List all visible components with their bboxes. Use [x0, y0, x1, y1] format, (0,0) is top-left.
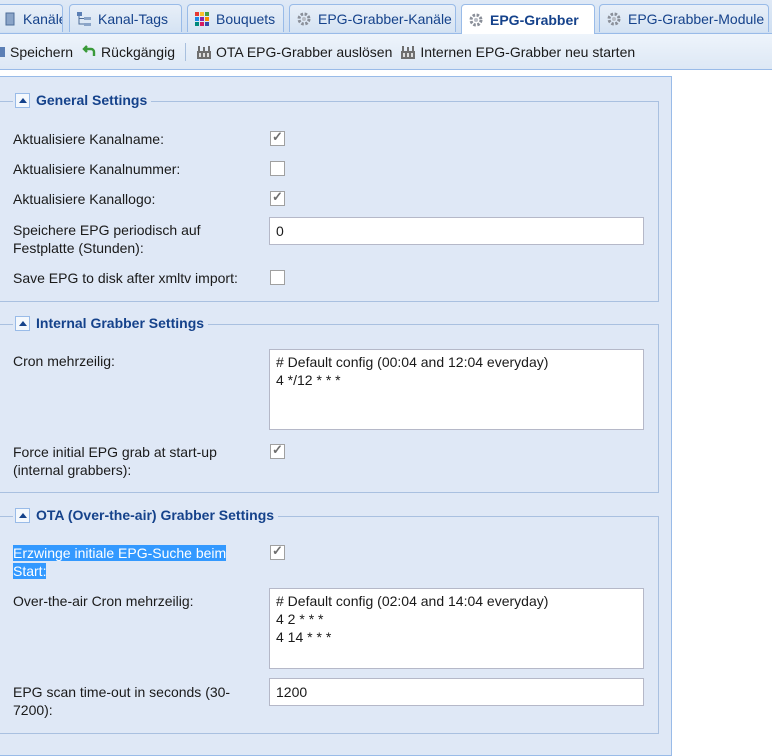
bouquet-grid-icon	[194, 11, 210, 27]
undo-button-label: Rückgängig	[101, 43, 175, 60]
collapse-toggle[interactable]	[15, 507, 30, 523]
save-icon	[0, 44, 6, 60]
tag-tree-icon	[76, 11, 92, 27]
tab-label: EPG-Grabber-Kanäle	[318, 10, 452, 27]
update-channel-number-label: Aktualisiere Kanalnummer:	[13, 161, 181, 177]
general-settings-fieldset: General Settings Aktualisiere Kanalname:…	[0, 92, 659, 302]
toolbar: Speichern Rückgängig OTA EPG-Grabber aus…	[0, 34, 772, 70]
force-initial-ota-label-line-2: Start:	[13, 563, 47, 579]
ota-grabber-trigger-label: OTA EPG-Grabber auslösen	[215, 43, 393, 60]
periodic-save-label-line-1: Speichere EPG periodisch auf	[13, 222, 201, 238]
restart-internal-grabber-button[interactable]: Internen EPG-Grabber neu starten	[396, 40, 639, 64]
scan-timeout-input[interactable]: 1200	[269, 678, 644, 706]
ota-cron-label: Over-the-air Cron mehrzeilig:	[13, 593, 194, 609]
internal-grabber-fieldset: Internal Grabber Settings Cron mehrzeili…	[0, 315, 659, 493]
update-channel-logo-checkbox[interactable]	[270, 189, 285, 206]
save-button[interactable]: Speichern	[0, 40, 77, 64]
tab-label: EPG-Grabber-Module	[628, 10, 765, 27]
update-channel-number-checkbox[interactable]	[270, 161, 285, 176]
ota-grabber-fieldset: OTA (Over-the-air) Grabber Settings Erzw…	[0, 507, 659, 734]
internal-cron-textarea[interactable]: # Default config (00:04 and 12:04 everyd…	[269, 349, 644, 430]
force-initial-internal-checkbox[interactable]	[270, 442, 285, 459]
tab-channel-tags[interactable]: Kanal-Tags	[69, 4, 182, 32]
update-channel-name-checkbox[interactable]	[270, 129, 285, 146]
save-after-xmltv-checkbox[interactable]	[270, 270, 285, 285]
restart-internal-grabber-label: Internen EPG-Grabber neu starten	[420, 43, 636, 60]
ota-grabber-trigger-button[interactable]: OTA EPG-Grabber auslösen	[192, 40, 396, 64]
channel-list-icon	[1, 11, 17, 27]
undo-button[interactable]: Rückgängig	[77, 40, 179, 64]
tab-epg-grabber[interactable]: EPG-Grabber	[461, 4, 595, 34]
gear-icon	[606, 11, 622, 27]
tab-label: EPG-Grabber	[490, 11, 579, 28]
tab-label: Bouquets	[216, 10, 276, 27]
force-initial-internal-label-line-2: (internal grabbers):	[13, 462, 132, 478]
force-initial-ota-label-line-1: Erzwinge initiale EPG-Suche beim	[13, 545, 227, 561]
save-after-xmltv-label: Save EPG to disk after xmltv import:	[13, 270, 238, 286]
ota-grabber-legend: OTA (Over-the-air) Grabber Settings	[13, 507, 279, 523]
collapse-toggle[interactable]	[15, 315, 30, 331]
tab-label: Kanäle	[23, 10, 63, 27]
tab-bar: Kanäle Kanal-Tags Bouquets EPG-Grabber-K…	[0, 0, 772, 34]
internal-grabber-legend: Internal Grabber Settings	[13, 315, 209, 331]
scan-timeout-label-line-1: EPG scan time-out in seconds (30-	[13, 684, 231, 700]
antenna-icon	[196, 44, 212, 60]
tab-channels[interactable]: Kanäle	[0, 4, 63, 32]
save-button-label: Speichern	[10, 43, 74, 60]
ota-grabber-title: OTA (Over-the-air) Grabber Settings	[36, 507, 275, 523]
force-initial-ota-checkbox[interactable]	[270, 543, 285, 560]
gear-icon	[468, 12, 484, 28]
antenna-icon	[400, 44, 416, 60]
periodic-save-hours-input[interactable]: 0	[269, 217, 644, 245]
periodic-save-label-line-2: Festplatte (Stunden):	[13, 240, 144, 256]
force-initial-internal-label-line-1: Force initial EPG grab at start-up	[13, 444, 217, 460]
tab-label: Kanal-Tags	[98, 10, 169, 27]
internal-grabber-title: Internal Grabber Settings	[36, 315, 205, 331]
force-initial-ota-label: Erzwinge initiale EPG-Suche beim Start:	[13, 544, 227, 580]
scan-timeout-label-line-2: 7200):	[13, 702, 53, 718]
internal-cron-label: Cron mehrzeilig:	[13, 353, 115, 369]
periodic-save-label: Speichere EPG periodisch auf Festplatte …	[13, 221, 201, 257]
force-initial-internal-label: Force initial EPG grab at start-up (inte…	[13, 443, 217, 479]
toolbar-separator	[184, 42, 186, 61]
tab-epg-grabber-modules[interactable]: EPG-Grabber-Module	[599, 4, 769, 32]
settings-panel: General Settings Aktualisiere Kanalname:…	[0, 76, 672, 756]
ota-cron-textarea[interactable]: # Default config (02:04 and 14:04 everyd…	[269, 588, 644, 669]
update-channel-logo-label: Aktualisiere Kanallogo:	[13, 191, 156, 207]
update-channel-name-label: Aktualisiere Kanalname:	[13, 131, 164, 147]
gear-icon	[296, 11, 312, 27]
general-settings-legend: General Settings	[13, 92, 152, 108]
undo-arrow-icon	[81, 44, 97, 60]
tab-bouquets[interactable]: Bouquets	[187, 4, 284, 32]
scan-timeout-label: EPG scan time-out in seconds (30- 7200):	[13, 683, 230, 719]
collapse-toggle[interactable]	[15, 92, 30, 108]
tab-epg-grabber-channels[interactable]: EPG-Grabber-Kanäle	[289, 4, 456, 32]
general-settings-title: General Settings	[36, 92, 148, 108]
